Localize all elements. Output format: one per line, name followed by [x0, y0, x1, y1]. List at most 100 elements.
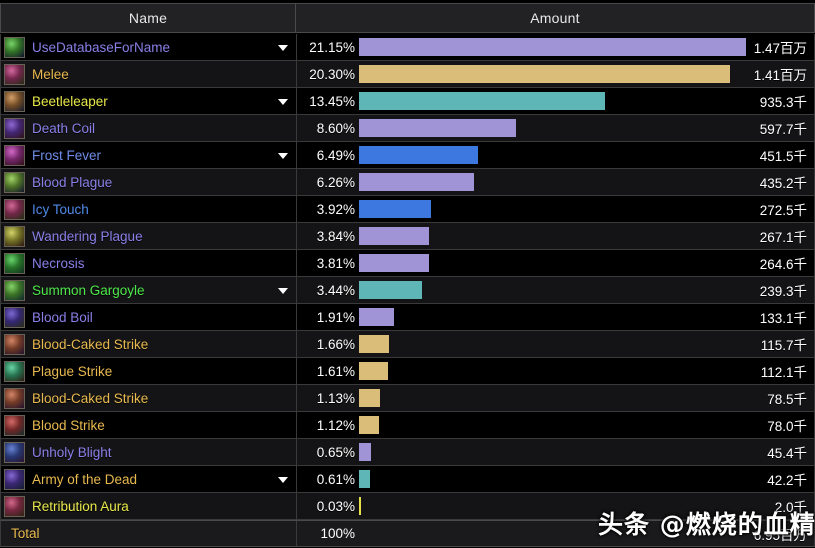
- row-amount-label: 2.0千: [774, 500, 807, 515]
- chevron-down-icon[interactable]: [278, 477, 288, 483]
- row-amount-label: 78.0千: [767, 419, 807, 434]
- row-amount-label: 597.7千: [759, 122, 807, 137]
- chevron-down-icon[interactable]: [278, 99, 288, 105]
- name-cell[interactable]: Blood Boil: [1, 304, 297, 330]
- name-cell[interactable]: Wandering Plague: [1, 223, 297, 249]
- row-percent-label: 1.61%: [316, 363, 355, 379]
- name-cell[interactable]: Unholy Blight: [1, 439, 297, 465]
- table-row[interactable]: Blood Plague 6.26% 435.2千: [0, 169, 815, 196]
- table-row[interactable]: Death Coil 8.60% 597.7千: [0, 115, 815, 142]
- row-percent-label: 20.30%: [309, 66, 355, 82]
- bar-track: 1.41百万: [359, 61, 814, 87]
- column-header-name-label: Name: [128, 10, 168, 26]
- amount-bar: [359, 470, 370, 488]
- table-row[interactable]: Blood Boil 1.91% 133.1千: [0, 304, 815, 331]
- table-row[interactable]: Blood-Caked Strike 1.13% 78.5千: [0, 385, 815, 412]
- table-row[interactable]: Icy Touch 3.92% 272.5千: [0, 196, 815, 223]
- row-name-label: Blood Boil: [32, 309, 93, 325]
- column-header-name[interactable]: Name: [0, 4, 296, 32]
- amount-bar: [359, 227, 429, 245]
- amount-bar: [359, 497, 361, 515]
- retribution-aura-icon: [4, 495, 25, 517]
- table-row[interactable]: Summon Gargoyle 3.44% 239.3千: [0, 277, 815, 304]
- table-row[interactable]: Army of the Dead 0.61% 42.2千: [0, 466, 815, 493]
- bar-track: 112.1千: [359, 358, 814, 384]
- amount-cell: 3.81% 264.6千: [297, 250, 814, 276]
- amount-cell: 3.92% 272.5千: [297, 196, 814, 222]
- column-header-amount[interactable]: Amount: [296, 4, 815, 32]
- plague-strike-icon: [4, 360, 25, 382]
- name-cell[interactable]: Blood Plague: [1, 169, 297, 195]
- amount-cell: 20.30% 1.41百万: [297, 61, 814, 87]
- chevron-down-icon[interactable]: [278, 153, 288, 159]
- name-cell[interactable]: Icy Touch: [1, 196, 297, 222]
- table-row[interactable]: Plague Strike 1.61% 112.1千: [0, 358, 815, 385]
- table-row[interactable]: Blood Strike 1.12% 78.0千: [0, 412, 815, 439]
- name-cell[interactable]: UseDatabaseForName: [1, 34, 297, 60]
- table-row[interactable]: Melee 20.30% 1.41百万: [0, 61, 815, 88]
- row-amount-label: 239.3千: [759, 284, 807, 299]
- name-cell[interactable]: Frost Fever: [1, 142, 297, 168]
- row-name-label: Blood-Caked Strike: [32, 390, 149, 406]
- row-name-label: Wandering Plague: [32, 228, 143, 244]
- amount-cell: 0.61% 42.2千: [297, 466, 814, 492]
- death-coil-icon: [4, 117, 25, 139]
- row-name-label: Death Coil: [32, 120, 96, 136]
- name-cell[interactable]: Blood-Caked Strike: [1, 385, 297, 411]
- row-name-label: Plague Strike: [32, 363, 113, 379]
- row-name-label: Army of the Dead: [32, 471, 138, 487]
- bar-track: 264.6千: [359, 250, 814, 276]
- amount-bar: [359, 362, 388, 380]
- bar-track: 267.1千: [359, 223, 814, 249]
- amount-bar: [359, 119, 516, 137]
- name-cell[interactable]: Death Coil: [1, 115, 297, 141]
- total-amount-cell: 100% 6.95百万: [297, 521, 814, 546]
- name-cell[interactable]: Plague Strike: [1, 358, 297, 384]
- row-amount-label: 435.2千: [759, 176, 807, 191]
- table-row[interactable]: Wandering Plague 3.84% 267.1千: [0, 223, 815, 250]
- table-row[interactable]: Blood-Caked Strike 1.66% 115.7千: [0, 331, 815, 358]
- bar-track: 45.4千: [359, 439, 814, 465]
- chevron-down-icon[interactable]: [278, 288, 288, 294]
- table-row[interactable]: Retribution Aura 0.03% 2.0千: [0, 493, 815, 520]
- name-cell[interactable]: Beetleleaper: [1, 88, 297, 114]
- name-cell[interactable]: Necrosis: [1, 250, 297, 276]
- table-row[interactable]: Frost Fever 6.49% 451.5千: [0, 142, 815, 169]
- total-label: Total: [11, 526, 40, 541]
- row-percent-label: 0.65%: [316, 444, 355, 460]
- table-row[interactable]: UseDatabaseForName 21.15% 1.47百万: [0, 34, 815, 61]
- table-header: Name Amount: [0, 3, 815, 33]
- name-cell[interactable]: Blood Strike: [1, 412, 297, 438]
- row-amount-label: 42.2千: [767, 473, 807, 488]
- name-cell[interactable]: Blood-Caked Strike: [1, 331, 297, 357]
- amount-bar: [359, 173, 474, 191]
- chevron-down-icon[interactable]: [278, 45, 288, 51]
- amount-cell: 1.91% 133.1千: [297, 304, 814, 330]
- amount-bar: [359, 416, 379, 434]
- table-row[interactable]: Unholy Blight 0.65% 45.4千: [0, 439, 815, 466]
- amount-bar: [359, 254, 429, 272]
- row-percent-label: 1.66%: [316, 336, 355, 352]
- row-percent-label: 0.03%: [316, 498, 355, 514]
- table-row[interactable]: Beetleleaper 13.45% 935.3千: [0, 88, 815, 115]
- row-name-label: Frost Fever: [32, 147, 102, 163]
- row-name-label: Necrosis: [32, 255, 85, 271]
- name-cell[interactable]: Retribution Aura: [1, 493, 297, 519]
- row-amount-label: 451.5千: [759, 149, 807, 164]
- amount-bar: [359, 38, 746, 56]
- unholy-blight-icon: [4, 441, 25, 463]
- row-name-label: Icy Touch: [32, 201, 89, 217]
- row-amount-label: 45.4千: [767, 446, 807, 461]
- row-name-label: Unholy Blight: [32, 444, 112, 460]
- name-cell[interactable]: Army of the Dead: [1, 466, 297, 492]
- row-percent-label: 3.92%: [316, 201, 355, 217]
- amount-bar: [359, 65, 730, 83]
- name-cell[interactable]: Melee: [1, 61, 297, 87]
- name-cell[interactable]: Summon Gargoyle: [1, 277, 297, 303]
- row-amount-label: 267.1千: [759, 230, 807, 245]
- amount-cell: 1.13% 78.5千: [297, 385, 814, 411]
- blood-strike-icon: [4, 414, 25, 436]
- necrosis-icon: [4, 252, 25, 274]
- frost-fever-icon: [4, 144, 25, 166]
- table-row[interactable]: Necrosis 3.81% 264.6千: [0, 250, 815, 277]
